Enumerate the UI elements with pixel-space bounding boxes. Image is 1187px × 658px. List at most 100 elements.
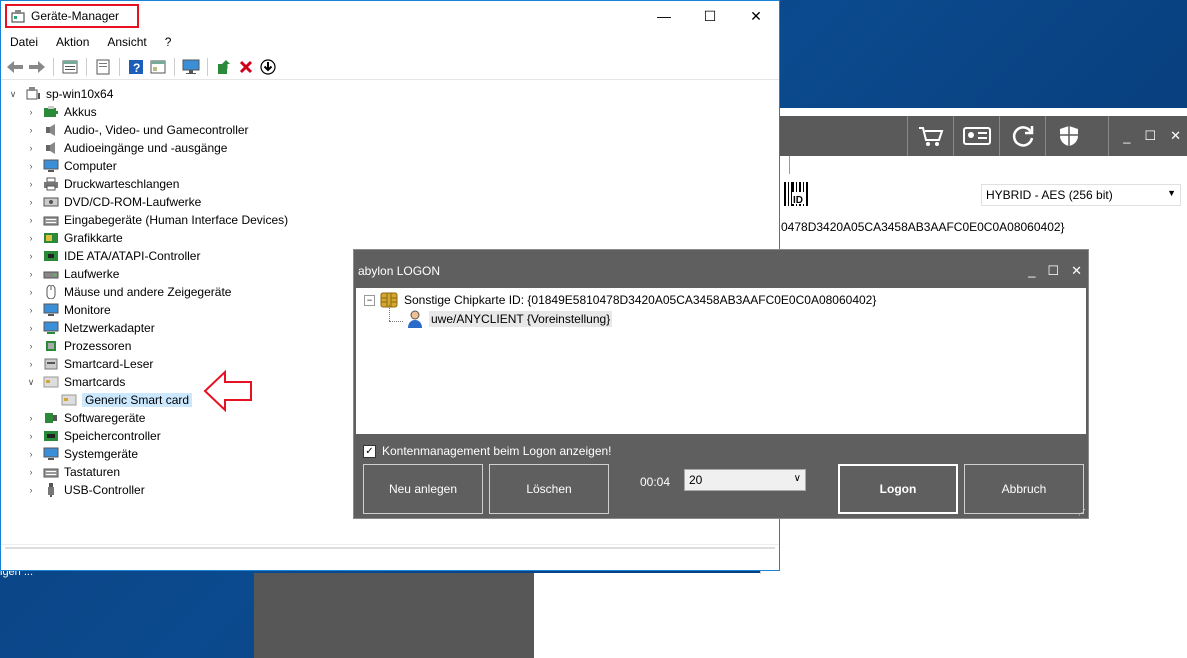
encryption-select[interactable]: HYBRID - AES (256 bit) ▼	[981, 184, 1181, 206]
tree-item-usb[interactable]: › USB-Controller	[25, 481, 145, 499]
maximize-icon[interactable]: ☐	[687, 1, 733, 31]
tree-item-processors[interactable]: › Prozessoren	[25, 337, 132, 355]
chevron-right-icon[interactable]: ›	[25, 251, 37, 261]
logon-button[interactable]: Logon	[838, 464, 958, 514]
close-icon[interactable]: ✕	[1071, 263, 1082, 279]
chevron-right-icon[interactable]: ›	[25, 269, 37, 279]
cart-icon[interactable]	[907, 116, 953, 156]
collapse-icon[interactable]: −	[364, 294, 375, 306]
chevron-right-icon[interactable]: ›	[25, 341, 37, 351]
title-bar: Geräte-Manager — ☐ ✕	[1, 1, 779, 31]
speaker-icon	[46, 142, 55, 154]
maximize-icon[interactable]: ☐	[1047, 263, 1059, 279]
close-icon[interactable]: ✕	[1170, 128, 1181, 144]
details-icon[interactable]	[148, 57, 168, 77]
tree-item-generic-smart-card[interactable]: Generic Smart card	[61, 391, 193, 409]
maximize-icon[interactable]: ☐	[1144, 128, 1156, 144]
keyboard-icon	[43, 468, 59, 478]
tree-item-keyboards[interactable]: › Tastaturen	[25, 463, 121, 481]
download-icon[interactable]	[258, 57, 278, 77]
chevron-down-icon: ∨	[793, 473, 801, 484]
tree-item-ide[interactable]: › IDE ATA/ATAPI-Controller	[25, 247, 201, 265]
menu-datei[interactable]: Datei	[1, 32, 47, 52]
update-driver-icon[interactable]	[214, 57, 234, 77]
cpu-icon	[46, 341, 56, 351]
tree-item-hid[interactable]: › Eingabegeräte (Human Interface Devices…	[25, 211, 289, 229]
resize-grip[interactable]: ⋰	[1078, 508, 1086, 517]
chipcard-entry[interactable]: − Sonstige Chipkarte ID: {01849E5810478D…	[364, 292, 876, 308]
tree-item-akkus[interactable]: › Akkus	[25, 103, 97, 121]
tree-item-computer[interactable]: › Computer	[25, 157, 117, 175]
tree-item-smartcard-reader[interactable]: › Smartcard-Leser	[25, 355, 154, 373]
chevron-right-icon[interactable]: ›	[25, 107, 37, 117]
menu-ansicht[interactable]: Ansicht	[98, 32, 155, 52]
refresh-icon[interactable]	[999, 116, 1045, 156]
monitor-icon[interactable]	[181, 57, 201, 77]
tree-item-graphics[interactable]: › Grafikkarte	[25, 229, 123, 247]
menu-help[interactable]: ?	[156, 32, 181, 52]
chevron-right-icon[interactable]: ›	[25, 305, 37, 315]
chevron-right-icon[interactable]: ›	[25, 125, 37, 135]
user-icon	[408, 310, 422, 328]
checkbox[interactable]: ✓	[363, 444, 376, 458]
chevron-right-icon[interactable]: ›	[25, 467, 37, 477]
chevron-right-icon[interactable]: ›	[25, 179, 37, 189]
chevron-right-icon[interactable]: ›	[25, 233, 37, 243]
chevron-right-icon[interactable]: ›	[25, 323, 37, 333]
chevron-right-icon[interactable]: ›	[25, 197, 37, 207]
account-management-checkbox[interactable]: ✓ Kontenmanagement beim Logon anzeigen!	[363, 444, 612, 458]
chevron-right-icon[interactable]: ›	[25, 431, 37, 441]
network-adapter-icon	[43, 321, 59, 334]
tree-item-software-devices[interactable]: › Softwaregeräte	[25, 409, 146, 427]
horizontal-scrollbar[interactable]	[1, 544, 779, 570]
timeout-select[interactable]: 20 ∨	[684, 469, 806, 491]
logon-dialog: abylon LOGON _ ☐ ✕ − Sonstige Chipkarte …	[353, 249, 1089, 519]
page-icon[interactable]	[93, 57, 113, 77]
tree-item-storage-controllers[interactable]: › Speichercontroller	[25, 427, 161, 445]
barcode-id-icon: ID	[784, 182, 808, 206]
new-account-button[interactable]: Neu anlegen	[363, 464, 483, 514]
properties-list-icon[interactable]	[60, 57, 80, 77]
chevron-right-icon[interactable]: ›	[25, 485, 37, 495]
chevron-right-icon[interactable]: ›	[25, 215, 37, 225]
ide-controller-icon	[44, 251, 58, 261]
minimize-icon[interactable]: _	[1123, 129, 1130, 144]
menu-bar: Datei Aktion Ansicht ?	[1, 32, 180, 52]
tree-item-drives[interactable]: › Laufwerke	[25, 265, 120, 283]
id-card-icon[interactable]	[953, 116, 999, 156]
delete-button[interactable]: Löschen	[489, 464, 609, 514]
tree-item-network[interactable]: › Netzwerkadapter	[25, 319, 155, 337]
tree-item-audio-video[interactable]: › Audio-, Video- und Gamecontroller	[25, 121, 249, 139]
cancel-button[interactable]: Abbruch	[964, 464, 1084, 514]
tree-item-mice[interactable]: › Mäuse und andere Zeigegeräte	[25, 283, 231, 301]
storage-controller-icon	[44, 431, 58, 441]
shield-icon[interactable]	[1045, 116, 1091, 156]
menu-aktion[interactable]: Aktion	[47, 32, 98, 52]
minimize-icon[interactable]: _	[1028, 263, 1035, 279]
tree-item-system-devices[interactable]: › Systemgeräte	[25, 445, 139, 463]
chevron-down-icon[interactable]: ∨	[25, 377, 37, 388]
close-icon[interactable]: ✕	[733, 1, 779, 31]
chevron-right-icon[interactable]: ›	[25, 143, 37, 153]
uninstall-icon[interactable]	[236, 57, 256, 77]
chevron-right-icon[interactable]: ›	[25, 449, 37, 459]
chip-id-text: 0478D3420A05CA3458AB3AAFC0E0C0A08060402}	[781, 220, 1065, 234]
chevron-down-icon[interactable]: ∨	[7, 89, 19, 100]
back-arrow-icon[interactable]	[5, 57, 25, 77]
tree-item-dvd[interactable]: › DVD/CD-ROM-Laufwerke	[25, 193, 202, 211]
tree-item-smartcards[interactable]: ∨ Smartcards	[25, 373, 126, 391]
chevron-right-icon[interactable]: ›	[25, 413, 37, 423]
countdown-timer: 00:04	[640, 475, 671, 489]
chevron-right-icon[interactable]: ›	[25, 161, 37, 171]
tree-item-audio-io[interactable]: › Audioeingänge und -ausgänge	[25, 139, 228, 157]
tree-item-monitors[interactable]: › Monitore	[25, 301, 111, 319]
forward-arrow-icon[interactable]	[27, 57, 47, 77]
chevron-right-icon[interactable]: ›	[25, 359, 37, 369]
monitor-icon	[43, 303, 59, 316]
chevron-right-icon[interactable]: ›	[25, 287, 37, 297]
tree-root[interactable]: ∨ sp-win10x64	[7, 85, 113, 103]
user-entry[interactable]: uwe/ANYCLIENT {Voreinstellung}	[406, 310, 613, 328]
minimize-icon[interactable]: —	[641, 1, 687, 31]
help-icon[interactable]: ?	[126, 57, 146, 77]
tree-item-print-queues[interactable]: › Druckwarteschlangen	[25, 175, 180, 193]
